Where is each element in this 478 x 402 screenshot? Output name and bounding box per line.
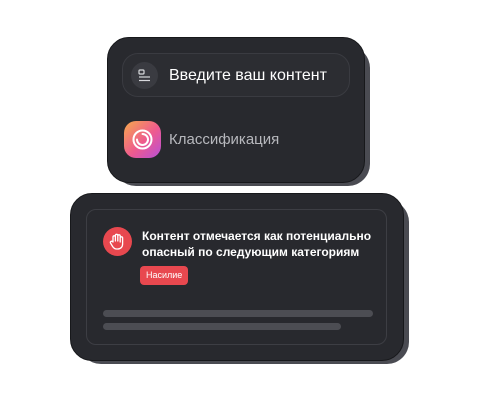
result-panel: Контент отмечается как потенциально опас… [86, 209, 387, 345]
category-badge: Насилие [140, 266, 189, 285]
classification-result-card: Контент отмечается как потенциально опас… [70, 193, 404, 361]
placeholder-line [103, 323, 341, 330]
hand-stop-icon [103, 227, 132, 256]
placeholder-line [103, 310, 373, 317]
warning-message: Контент отмечается как потенциально опас… [142, 229, 372, 259]
content-input-card: Введите ваш контент Классификация [107, 37, 365, 183]
spiral-icon [124, 121, 161, 158]
content-input-label: Введите ваш контент [169, 67, 327, 84]
content-input[interactable]: Введите ваш контент [122, 53, 350, 97]
classification-label: Классификация [169, 131, 280, 148]
text-lines-icon [131, 62, 158, 89]
